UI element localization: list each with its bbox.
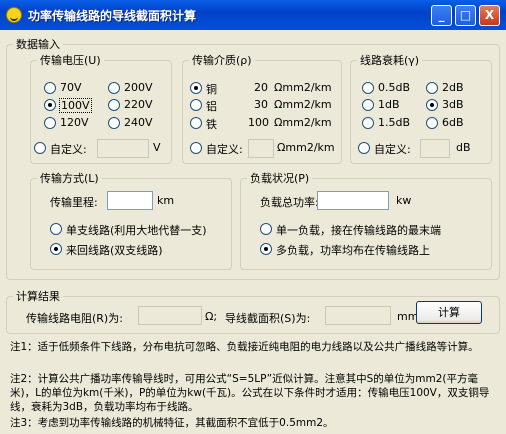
medium-custom-unit: Ωmm2/km [277, 141, 335, 154]
distance-label: 传输里程: [50, 196, 98, 209]
area-output [325, 306, 391, 325]
resistance-unit: Ω; [205, 310, 218, 323]
voltage-custom-label: 自定义: [50, 143, 87, 156]
voltage-custom-unit: V [153, 141, 161, 154]
atten-1.5db-radio[interactable] [362, 117, 374, 129]
medium-iron-value: 100 [248, 116, 269, 129]
atten-1db-label: 1dB [378, 98, 400, 111]
medium-copper-unit: Ωmm2/km [274, 81, 332, 94]
note-1: 注1：适于低频条件下线路，分布电抗可忽略、负载接近纯电阻的电力线路以及公共广播线… [10, 341, 479, 353]
medium-iron-unit: Ωmm2/km [274, 116, 332, 129]
medium-aluminum-unit: Ωmm2/km [274, 98, 332, 111]
single-line-label: 单支线路(利用大地代替一支) [66, 224, 207, 237]
voltage-200v-radio[interactable] [108, 82, 120, 94]
single-load-radio[interactable] [260, 223, 272, 235]
voltage-120v-radio[interactable] [44, 117, 56, 129]
atten-0.5db-radio[interactable] [362, 82, 374, 94]
medium-copper-value: 20 [254, 81, 268, 94]
smiley-app-icon [6, 7, 22, 23]
double-line-radio[interactable] [50, 243, 62, 255]
atten-0.5db-label: 0.5dB [378, 81, 411, 94]
single-load-label: 单一负载，接在传输线路的最末端 [276, 224, 441, 237]
atten-1db-radio[interactable] [362, 99, 374, 111]
method-legend: 传输方式(L) [40, 172, 99, 185]
medium-aluminum-label: 铝 [206, 100, 217, 113]
multi-load-label: 多负载，功率均布在传输线路上 [276, 244, 430, 257]
voltage-240v-label: 240V [124, 116, 153, 129]
atten-custom-input[interactable] [420, 139, 450, 158]
voltage-70v-label: 70V [60, 81, 82, 94]
result-legend: 计算结果 [16, 290, 60, 303]
medium-custom-radio[interactable] [190, 142, 202, 154]
atten-3db-radio[interactable] [426, 99, 438, 111]
close-button[interactable]: X [479, 5, 500, 26]
app-window: 功率传输线路的导线截面积计算 _ □ X 数据输入 传输电压(U) 70V 10… [0, 0, 506, 434]
voltage-100v-label: 100V [59, 98, 92, 113]
power-unit: kw [396, 194, 412, 207]
voltage-custom-radio[interactable] [34, 142, 46, 154]
resistance-label: 传输线路电阻(R)为: [26, 312, 123, 325]
voltage-custom-input[interactable] [97, 139, 149, 158]
medium-aluminum-radio[interactable] [190, 99, 202, 111]
minimize-button[interactable]: _ [431, 5, 452, 26]
medium-aluminum-value: 30 [254, 98, 268, 111]
resistance-output [138, 306, 202, 325]
atten-custom-unit: dB [456, 141, 471, 154]
voltage-120v-label: 120V [60, 116, 89, 129]
distance-input[interactable] [107, 191, 153, 210]
power-label: 负载总功率: [260, 196, 319, 209]
title-bar[interactable]: 功率传输线路的导线截面积计算 _ □ X [0, 0, 506, 30]
maximize-button[interactable]: □ [455, 5, 476, 26]
calculate-button[interactable]: 计算 [416, 301, 482, 324]
medium-legend: 传输介质(ρ) [192, 54, 252, 67]
voltage-100v-radio[interactable] [44, 99, 56, 111]
load-legend: 负载状况(P) [250, 172, 310, 185]
multi-load-radio[interactable] [260, 243, 272, 255]
atten-3db-label: 3dB [442, 98, 464, 111]
medium-custom-label: 自定义: [206, 143, 243, 156]
note-3: 注3：考虑到功率传输线路的机械特征，其截面积不宜低于0.5mm2。 [10, 417, 334, 429]
atten-1.5db-label: 1.5dB [378, 116, 411, 129]
area-label: 导线截面积(S)为: [225, 312, 311, 325]
voltage-220v-label: 220V [124, 98, 153, 111]
single-line-radio[interactable] [50, 223, 62, 235]
atten-custom-label: 自定义: [374, 143, 411, 156]
data-input-legend: 数据输入 [16, 38, 60, 51]
double-line-label: 来回线路(双支线路) [66, 244, 163, 257]
medium-copper-radio[interactable] [190, 82, 202, 94]
note-2: 注2：计算公共广播功率传输导线时，可用公式“S=5LP”近似计算。注意其中S的单… [10, 373, 490, 413]
voltage-240v-radio[interactable] [108, 117, 120, 129]
atten-custom-radio[interactable] [358, 142, 370, 154]
distance-unit: km [157, 194, 175, 207]
atten-6db-radio[interactable] [426, 117, 438, 129]
medium-copper-label: 铜 [206, 83, 217, 96]
medium-iron-radio[interactable] [190, 117, 202, 129]
atten-2db-label: 2dB [442, 81, 464, 94]
atten-2db-radio[interactable] [426, 82, 438, 94]
medium-custom-input[interactable] [248, 139, 274, 158]
medium-iron-label: 铁 [206, 118, 217, 131]
voltage-70v-radio[interactable] [44, 82, 56, 94]
voltage-legend: 传输电压(U) [40, 54, 101, 67]
voltage-220v-radio[interactable] [108, 99, 120, 111]
window-title: 功率传输线路的导线截面积计算 [28, 9, 197, 23]
power-input[interactable] [317, 191, 389, 210]
voltage-200v-label: 200V [124, 81, 153, 94]
atten-6db-label: 6dB [442, 116, 464, 129]
attenuation-legend: 线路衰耗(γ) [360, 54, 420, 67]
